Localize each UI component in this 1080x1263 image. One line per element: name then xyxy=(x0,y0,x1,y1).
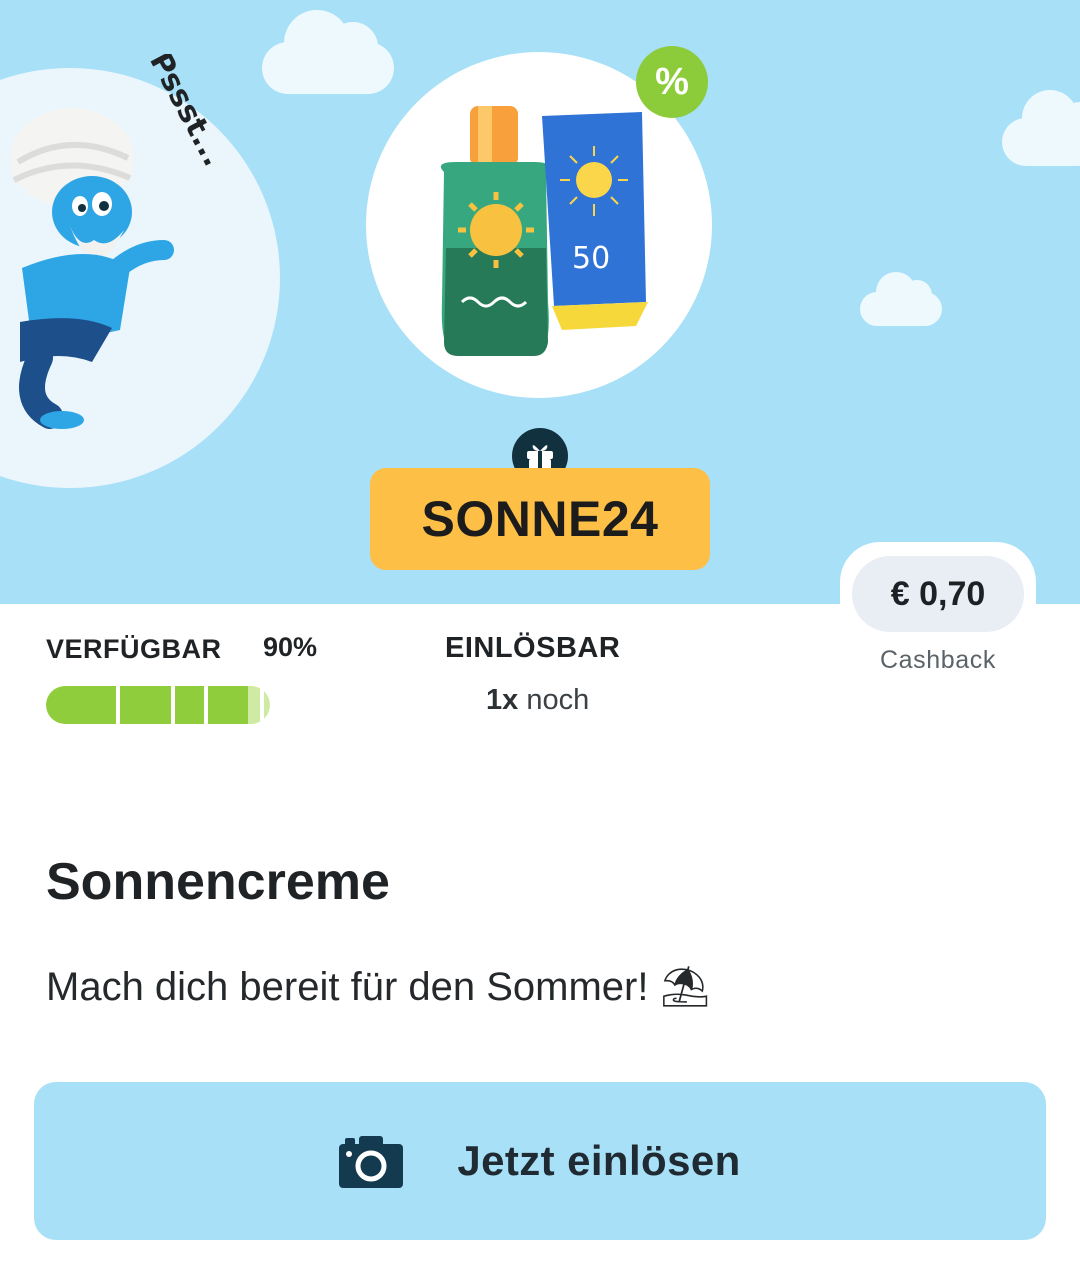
redeemable-suffix: noch xyxy=(518,684,590,716)
offer-title: Sonnencreme xyxy=(46,853,390,911)
availability-progress-fill xyxy=(46,686,248,724)
discount-badge: % xyxy=(636,46,708,118)
cloud-decoration xyxy=(860,272,942,326)
offer-banner: Pssst... 50 % SONNE24 xyxy=(0,0,1080,604)
progress-divider xyxy=(260,686,264,724)
redeem-now-button[interactable]: Jetzt einlösen xyxy=(34,1082,1046,1240)
svg-text:50: 50 xyxy=(572,241,610,276)
redeemable-times: 1x xyxy=(486,684,519,716)
camera-icon xyxy=(339,1136,404,1188)
redeemable-label: EINLÖSBAR xyxy=(445,632,621,664)
availability-progress-bar xyxy=(46,686,270,724)
svg-text:Pssst...: Pssst... xyxy=(150,54,231,172)
redeem-now-label: Jetzt einlösen xyxy=(457,1137,741,1184)
cloud-decoration xyxy=(1002,90,1080,166)
availability-percent: 90% xyxy=(263,632,318,662)
cashback-label: Cashback xyxy=(880,646,996,674)
progress-divider xyxy=(171,686,175,724)
progress-divider xyxy=(204,686,208,724)
availability-label: VERFÜGBAR xyxy=(46,634,222,664)
offer-description: Mach dich bereit für den Sommer! ⛱ xyxy=(46,965,711,1009)
whisper-text: Pssst... xyxy=(150,54,231,172)
progress-divider xyxy=(116,686,120,724)
redeemable-count: 1x noch xyxy=(486,684,589,717)
cashback-amount: € 0,70 xyxy=(852,556,1024,632)
promo-code-badge[interactable]: SONNE24 xyxy=(370,468,710,570)
